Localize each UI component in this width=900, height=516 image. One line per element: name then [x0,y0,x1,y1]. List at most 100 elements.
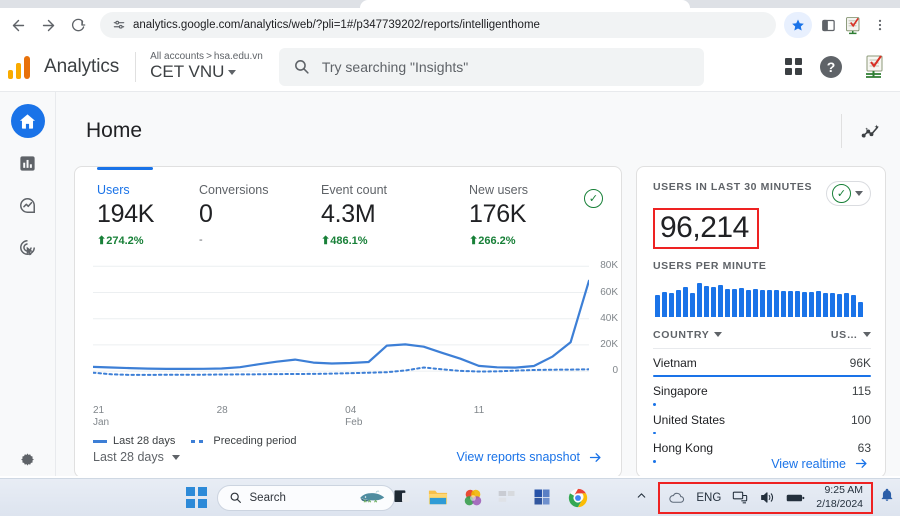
forward-button[interactable] [34,11,62,39]
search-input[interactable]: Try searching "Insights" [279,48,704,86]
table-row[interactable]: United States100 [653,406,871,435]
date-range-selector[interactable]: Last 28 days [93,450,180,464]
chevron-down-icon [714,332,722,337]
taskbar-clock[interactable]: 9:25 AM 2/18/2024 [816,484,863,512]
google-apps-icon[interactable] [785,58,802,75]
users-per-minute-bar [718,285,723,317]
metric-tab-new-users[interactable]: New users 176K ⬆︎266.2% [447,183,567,247]
sidebar-item-explore[interactable] [11,188,45,222]
taskbar-icon-chrome[interactable] [567,487,589,509]
address-bar[interactable]: analytics.google.com/analytics/web/?pli=… [100,12,776,38]
system-tray-highlight: ENG 9:25 AM 2/18/2024 [658,482,873,514]
arrow-right-icon [854,456,869,471]
country-name: Vietnam [653,356,697,370]
browser-menu-icon[interactable] [868,13,892,37]
sidebar-item-home[interactable] [11,104,45,138]
title-divider [841,114,842,148]
users-per-minute-bar [767,290,772,317]
table-row[interactable]: Vietnam96K [653,349,871,378]
taskbar-icon-taskview[interactable] [392,487,414,509]
taskbar-center: Search [186,485,395,511]
realtime-caption: USERS IN LAST 30 MINUTES [653,181,812,193]
view-realtime-link[interactable]: View realtime [771,456,869,471]
realtime-status-chip[interactable]: ✓ [826,181,871,206]
realtime-card-body: USERS IN LAST 30 MINUTES ✓ 96,214 USERS … [637,167,885,463]
taskbar-icon-file-explorer[interactable] [427,487,449,509]
network-icon[interactable] [732,490,748,505]
users-per-minute-bar [788,291,793,317]
taskbar-icon-photos[interactable] [462,487,484,509]
x-axis-tick-day: 21 [93,405,104,416]
browser-tab-active[interactable] [360,0,690,8]
account-name[interactable]: CET VNU [150,62,263,82]
metric-tab-conversions[interactable]: Conversions 0 - [177,183,299,247]
taskbar-search-box[interactable]: Search [217,485,395,511]
users-per-minute-bar [774,290,779,317]
table-row-line: Vietnam96K [653,356,871,370]
users-per-minute-caption: USERS PER MINUTE [653,260,871,272]
table-row-line: United States100 [653,413,871,427]
view-reports-snapshot-link[interactable]: View reports snapshot [457,450,603,465]
x-axis-tick-month: Jan [93,417,109,428]
country-value: 100 [851,413,871,427]
insights-icon[interactable] [860,120,882,142]
avatar[interactable] [860,55,886,79]
country-value: 63 [858,441,871,455]
reload-button[interactable] [64,11,92,39]
account-switcher[interactable]: All accounts>hsa.edu.vn CET VNU [150,51,263,82]
site-info-icon[interactable] [112,18,126,32]
users-line-chart[interactable]: 020K40K60K80K [93,257,587,405]
users-per-minute-bar [655,295,660,316]
country-column-header[interactable]: COUNTRY [653,329,722,341]
country-table: COUNTRY US… Vietnam96K Singapore115 United… [653,329,871,463]
address-bar-url[interactable]: analytics.google.com/analytics/web/?pli=… [133,19,540,31]
line-chart-svg [93,257,589,389]
users-per-minute-chart[interactable] [653,281,871,317]
taskbar-icon-store[interactable] [532,487,554,509]
sidebar-item-admin[interactable] [0,451,55,468]
check-circle-icon[interactable]: ✓ [584,189,603,208]
start-button-icon[interactable] [186,487,207,508]
chevron-up-icon[interactable] [635,489,658,507]
metric-tab-users[interactable]: Users 194K ⬆︎274.2% [75,183,177,247]
sidebar [0,92,56,476]
browser-tab-background-right[interactable] [690,0,900,8]
volume-icon[interactable] [759,490,775,505]
onedrive-icon[interactable] [668,491,685,505]
realtime-card: USERS IN LAST 30 MINUTES ✓ 96,214 USERS … [636,166,886,476]
account-breadcrumb: All accounts>hsa.edu.vn [150,51,263,62]
metric-delta: ⬆︎274.2% [97,230,177,247]
side-panel-icon[interactable] [816,13,840,37]
metric-label: Event count [321,183,447,197]
sidebar-item-advertising[interactable] [11,230,45,264]
browser-tab-background-left[interactable] [0,0,360,8]
battery-icon[interactable] [786,492,805,504]
bell-icon[interactable] [873,488,894,507]
x-axis-tick-month: Feb [345,417,362,428]
profile-avatar-icon[interactable] [844,15,864,35]
taskbar-icon-misc-app[interactable] [497,487,519,509]
metric-column-header[interactable]: US… [831,329,871,341]
users-per-minute-bar [753,289,758,317]
search-placeholder: Try searching "Insights" [322,59,468,75]
cta-label: View realtime [771,457,846,471]
y-axis-tick: 60K [600,287,618,298]
date-range-label: Last 28 days [93,450,164,464]
table-row-line: Hong Kong63 [653,441,871,455]
metric-value: 4.3M [321,197,447,230]
search-icon [229,491,242,504]
bookmark-star-icon[interactable] [784,12,812,38]
chevron-down-icon [228,70,236,75]
metric-tab-event-count[interactable]: Event count 4.3M ⬆︎486.1% [299,183,447,247]
browser-tab-strip[interactable] [0,0,900,8]
help-icon[interactable]: ? [820,56,842,78]
analytics-brand[interactable]: Analytics [8,55,133,79]
sidebar-item-reports[interactable] [11,146,45,180]
back-button[interactable] [4,11,32,39]
users-per-minute-bar [795,291,800,317]
country-column-label: COUNTRY [653,329,709,341]
metric-value: 194K [97,197,177,230]
language-indicator[interactable]: ENG [696,492,721,504]
browser-toolbar: analytics.google.com/analytics/web/?pli=… [0,8,900,42]
table-row[interactable]: Singapore115 [653,377,871,406]
